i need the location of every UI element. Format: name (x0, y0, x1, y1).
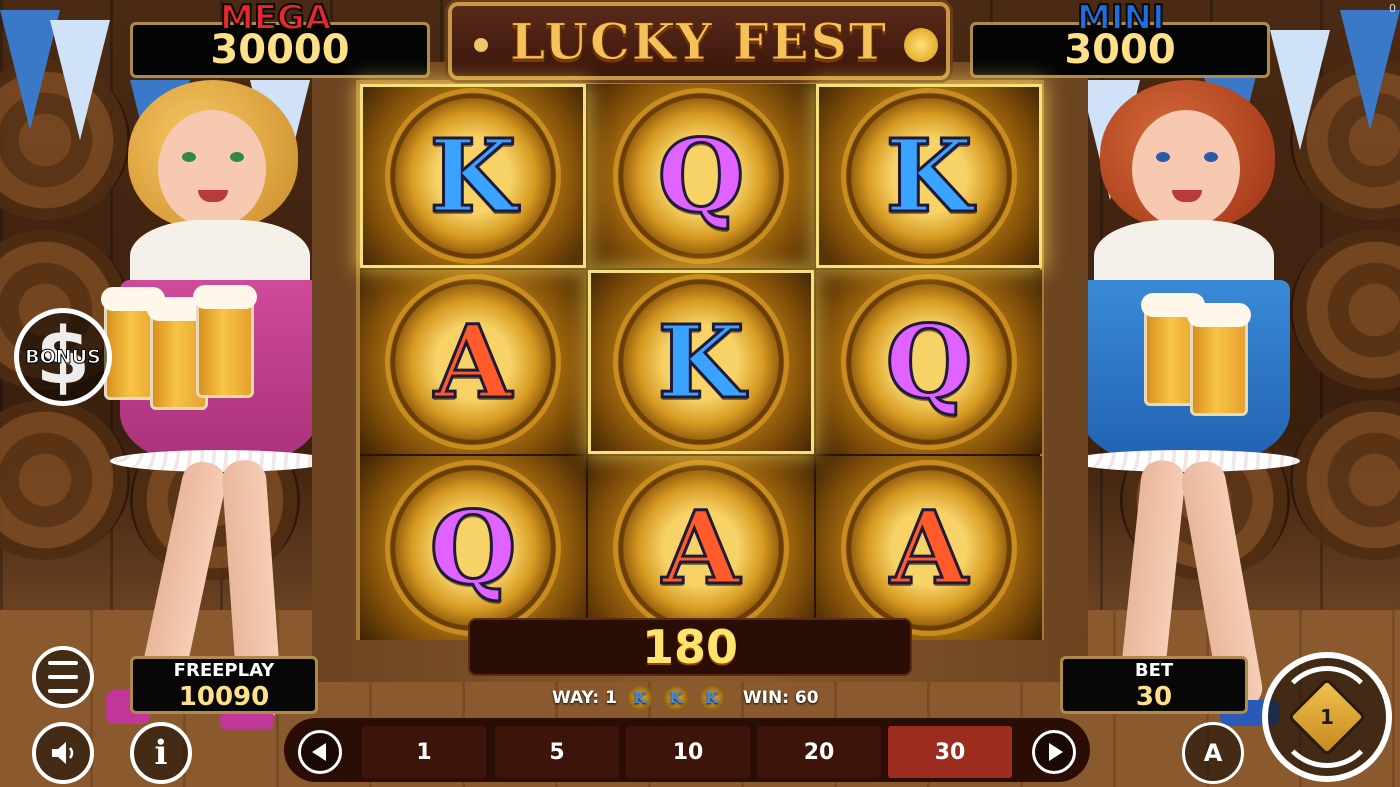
reel-symbol-k: K (428, 117, 518, 235)
spin-glyph: 1 (1320, 704, 1334, 729)
game-title-banner: LUCKY FEST (448, 2, 950, 80)
jackpot-mega-label: MEGA (219, 0, 332, 38)
jackpot-mini-label: MINI (1076, 0, 1166, 38)
chevron-left-icon (311, 743, 326, 761)
speaker-icon (52, 742, 74, 764)
reel-cell: K (360, 84, 586, 268)
bet-option-5[interactable]: 5 (495, 726, 619, 778)
gold-coin-icon (904, 28, 938, 62)
barrel-coin-icon: K (385, 88, 561, 264)
win-amount: 180 (641, 620, 739, 674)
menu-button[interactable] (32, 646, 94, 708)
reel-cell: A (816, 456, 1042, 640)
bet-option-1[interactable]: 1 (362, 726, 486, 778)
info-button[interactable]: i (130, 722, 192, 784)
character-eye (1156, 152, 1170, 162)
freeplay-box: FREEPLAY 10090 (130, 656, 318, 714)
barrel-coin-icon: Q (385, 460, 561, 636)
autoplay-button[interactable]: A (1182, 722, 1244, 784)
corner-indicator: 0 (1389, 2, 1396, 15)
spin-button[interactable]: 1 (1262, 652, 1392, 782)
info-icon: i (154, 733, 168, 773)
bet-option-30[interactable]: 30 (888, 726, 1012, 778)
reel-cell: A (588, 456, 814, 640)
autoplay-icon: A (1203, 739, 1223, 767)
freeplay-value: 10090 (178, 682, 270, 712)
reel-symbol-q: Q (884, 303, 974, 421)
bonus-button[interactable]: $ BONUS (14, 308, 112, 406)
reel-symbol-a: A (889, 489, 970, 607)
mini-symbol-k-icon: K (662, 685, 689, 711)
character-eye (1204, 152, 1218, 162)
game-title: LUCKY FEST (510, 11, 888, 71)
character-eye (182, 152, 196, 162)
win-amount-display: 180 (468, 618, 912, 676)
barrel-coin-icon: K (613, 274, 789, 450)
menu-icon (48, 661, 78, 665)
barrel-coin-icon: K (841, 88, 1017, 264)
character-face (1132, 110, 1240, 228)
freeplay-label: FREEPLAY (173, 660, 275, 681)
reel-cell: Q (816, 270, 1042, 454)
beer-mug (1187, 303, 1251, 416)
reel-cell: A (360, 270, 586, 454)
menu-icon-line (48, 689, 78, 693)
barrel-coin-icon: Q (841, 274, 1017, 450)
bet-option-20[interactable]: 20 (757, 726, 881, 778)
bonus-label: BONUS (25, 346, 102, 369)
bet-next-button[interactable] (1032, 730, 1076, 774)
character-left (90, 80, 330, 740)
reel-symbol-q: Q (428, 489, 518, 607)
barrel-coin-icon: Q (613, 88, 789, 264)
reel-symbol-a: A (433, 303, 514, 421)
beer-mug (193, 285, 257, 398)
chevron-right-icon (1048, 743, 1063, 761)
win-line-info: WAY: 1 K K K WIN: 60 (552, 684, 819, 712)
bet-prev-button[interactable] (298, 730, 342, 774)
mini-symbol-k-icon: K (626, 685, 653, 711)
bet-option-10[interactable]: 10 (626, 726, 750, 778)
sound-button[interactable] (32, 722, 94, 784)
reel-symbol-k: K (884, 117, 974, 235)
character-right (1070, 80, 1310, 740)
character-eye (230, 152, 244, 162)
reel-symbol-q: Q (656, 117, 746, 235)
reel-symbol-a: A (661, 489, 742, 607)
barrel-coin-icon: A (841, 460, 1017, 636)
bet-label: BET (1134, 660, 1174, 681)
stud-decoration (474, 38, 488, 52)
reel-cell: Q (360, 456, 586, 640)
way-label: WAY: 1 (552, 688, 617, 708)
bet-value: 30 (1135, 682, 1173, 712)
flag-decoration (1340, 10, 1400, 130)
reel-symbol-k: K (656, 303, 746, 421)
reel-cell: K (588, 270, 814, 454)
win-label: WIN: 60 (742, 688, 819, 708)
barrel-coin-icon: A (385, 274, 561, 450)
mini-symbol-k-icon: K (698, 685, 725, 711)
reels-grid: KQKAKQQAA (356, 80, 1044, 640)
barrel-coin-icon: A (613, 460, 789, 636)
bet-box: BET 30 (1060, 656, 1248, 714)
reel-cell: K (816, 84, 1042, 268)
reel-cell: Q (588, 84, 814, 268)
menu-icon-line (48, 675, 78, 679)
character-face (158, 110, 266, 228)
